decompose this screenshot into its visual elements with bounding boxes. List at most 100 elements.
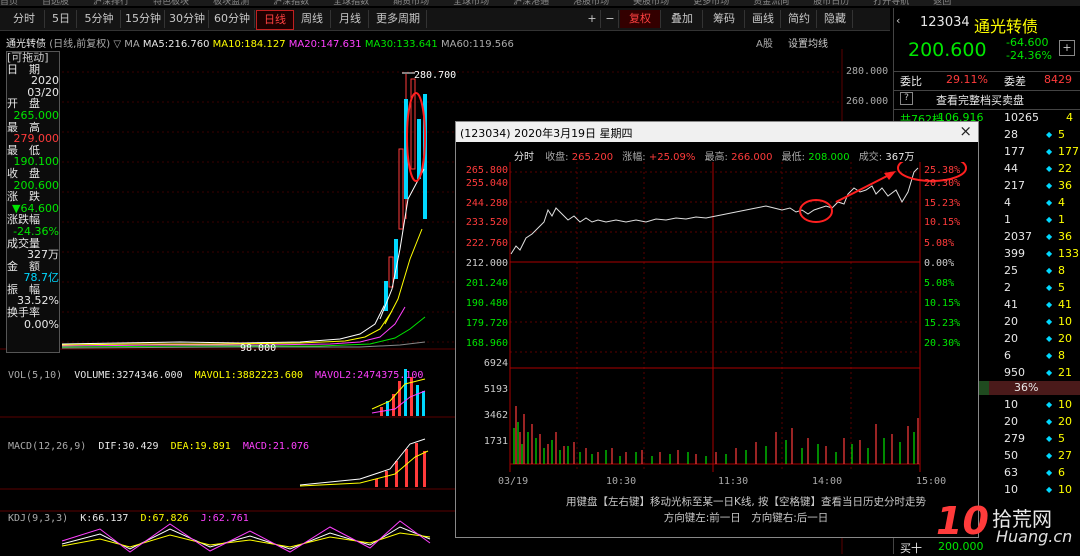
diamond-icon: ◆ <box>1046 417 1053 426</box>
time-axis-label: 03/19 <box>498 476 529 487</box>
toolbar-button[interactable]: 画线 <box>746 10 781 28</box>
menu-item[interactable]: 港股市场 <box>573 0 609 6</box>
menu-item[interactable]: 特色板块 <box>153 0 189 6</box>
time-axis-label: 15:00 <box>916 476 947 487</box>
info-open: 265.000 <box>13 108 60 122</box>
menu-item[interactable]: 返回 <box>933 0 951 6</box>
chevron-left-icon[interactable]: ‹ <box>896 14 900 27</box>
macd-dea: DEA:19.891 <box>170 441 231 452</box>
book-volume: 25 <box>1004 264 1018 277</box>
quote-price-row: 200.600 -64.600 -24.36% + <box>894 36 1080 66</box>
menu-item[interactable]: 自选股 <box>42 0 69 6</box>
info-close-label: 收 盘 <box>7 166 40 180</box>
volume-axis-label: 6924 <box>483 358 508 369</box>
toolbar-button[interactable]: 筹码 <box>704 10 745 28</box>
diamond-icon: ◆ <box>1046 434 1053 443</box>
full-book-row[interactable]: ? 查看完整档买卖盘 <box>894 90 1080 108</box>
price-axis-label: 190.480 <box>465 298 508 309</box>
full-book-link[interactable]: 查看完整档买卖盘 <box>936 92 1024 108</box>
popup-chart <box>509 162 967 472</box>
diamond-icon: ◆ <box>1046 317 1053 326</box>
drag-handle[interactable]: [可拖动] <box>7 52 59 64</box>
price-axis-label: 212.000 <box>465 258 508 269</box>
help-icon[interactable]: ? <box>900 92 913 105</box>
arrow-line <box>835 173 892 203</box>
book-volume: 41 <box>1004 298 1018 311</box>
period-tab[interactable]: 日线 <box>256 10 294 30</box>
vol-mavol2: MAVOL2:2474375.100 <box>315 370 424 381</box>
period-tab[interactable]: 更多周期 <box>370 10 427 28</box>
info-vol: 327万 <box>27 248 59 262</box>
bar-info-panel: [可拖动] 日 期 2020 03/20 开 盘 265.000 最 高 279… <box>6 51 60 353</box>
time-axis-label: 11:30 <box>718 476 749 487</box>
menu-item[interactable]: 板块监测 <box>213 0 249 6</box>
add-icon[interactable]: + <box>1059 40 1075 56</box>
book-volume: 10 <box>1004 398 1018 411</box>
price-axis-280: 280.000 <box>846 66 888 77</box>
info-chg-label: 涨 跌 <box>7 190 40 204</box>
period-tab[interactable]: 5分钟 <box>78 10 121 28</box>
book-count: 8 <box>1058 349 1065 362</box>
diamond-icon: ◆ <box>1046 164 1053 173</box>
volume-axis-label: 3462 <box>483 410 508 421</box>
period-tab[interactable]: 分时 <box>4 10 45 28</box>
kdj-k: K:66.137 <box>80 513 129 524</box>
book-volume: 177 <box>1004 145 1025 158</box>
book-count: 6 <box>1058 466 1065 479</box>
menu-item[interactable]: 美股市场 <box>633 0 669 6</box>
high-price-label: 280.700 <box>414 70 456 81</box>
book-volume: 217 <box>1004 179 1025 192</box>
quote-change: -64.600 <box>1006 36 1049 49</box>
pct-axis-label: 10.15% <box>924 298 961 309</box>
menu-item[interactable]: 期货市场 <box>393 0 429 6</box>
menu-item[interactable]: 全球指数 <box>333 0 369 6</box>
diamond-icon: ◆ <box>1046 485 1053 494</box>
kdj-j: J:62.761 <box>200 513 249 524</box>
volume-axis-label: 5193 <box>483 384 508 395</box>
ma-settings-link[interactable]: 设置均线 <box>788 35 828 50</box>
period-tab[interactable]: 30分钟 <box>166 10 209 28</box>
menu-item[interactable]: 资金流向 <box>753 0 789 6</box>
menu-item[interactable]: 打开导航 <box>873 0 909 6</box>
menu-item[interactable]: 沪深指数 <box>273 0 309 6</box>
menu-item[interactable]: 股市日历 <box>813 0 849 6</box>
period-tab[interactable]: 15分钟 <box>122 10 165 28</box>
diamond-icon: ◆ <box>1046 249 1053 258</box>
book-count: 1 <box>1058 213 1065 226</box>
book-volume: 28 <box>1004 128 1018 141</box>
kdj-indicator-name[interactable]: KDJ(9,3,3) <box>8 513 68 524</box>
toolbar-button[interactable]: 复权 <box>620 10 661 28</box>
period-tab[interactable]: 60分钟 <box>210 10 255 28</box>
book-count: 10 <box>1058 398 1072 411</box>
menu-item[interactable]: 沪深港通 <box>513 0 549 6</box>
popup-hint-1: 用键盘【左右键】移动光标至某一日K线, 按【空格键】查看当日历史分时走势 <box>565 496 927 508</box>
quote-price: 200.600 <box>908 39 987 61</box>
toolbar-button[interactable]: + <box>584 10 601 28</box>
period-tab[interactable]: 周线 <box>294 10 331 28</box>
macd-indicator-name[interactable]: MACD(12,26,9) <box>8 441 86 452</box>
toolbar-button[interactable]: − <box>602 10 619 28</box>
menu-item[interactable]: 首页 <box>0 0 18 6</box>
pct-axis-label: 5.08% <box>924 238 955 249</box>
info-turn-label: 换手率 <box>7 306 40 320</box>
book-count: 10 <box>1058 483 1072 496</box>
book-count: 5 <box>1058 128 1065 141</box>
menu-item[interactable]: 更多市场 <box>693 0 729 6</box>
toolbar-button[interactable]: 叠加 <box>662 10 703 28</box>
toolbar-button[interactable]: 简约 <box>782 10 817 28</box>
popup-titlebar: (123034) 2020年3月19日 星期四 × <box>456 122 978 142</box>
diamond-icon: ◆ <box>1046 181 1053 190</box>
vol-indicator-name[interactable]: VOL(5,10) <box>8 370 62 381</box>
ratio-value: 36% <box>1014 381 1039 394</box>
close-icon[interactable]: × <box>959 122 972 140</box>
period-tab[interactable]: 5日 <box>46 10 77 28</box>
weicha-label: 委差 <box>1004 75 1026 88</box>
menu-item[interactable]: 全球市场 <box>453 0 489 6</box>
book-count: 20 <box>1058 332 1072 345</box>
toolbar-button[interactable]: 隐藏 <box>818 10 853 28</box>
popup-stats: 分时 收盘: 265.200 涨幅: +25.09% 最高: 266.000 最… <box>514 148 974 163</box>
macd-dif: DIF:30.429 <box>98 441 159 452</box>
pct-axis-label: 15.23% <box>924 318 961 329</box>
period-tab[interactable]: 月线 <box>332 10 369 28</box>
menu-item[interactable]: 沪深排行 <box>93 0 129 6</box>
